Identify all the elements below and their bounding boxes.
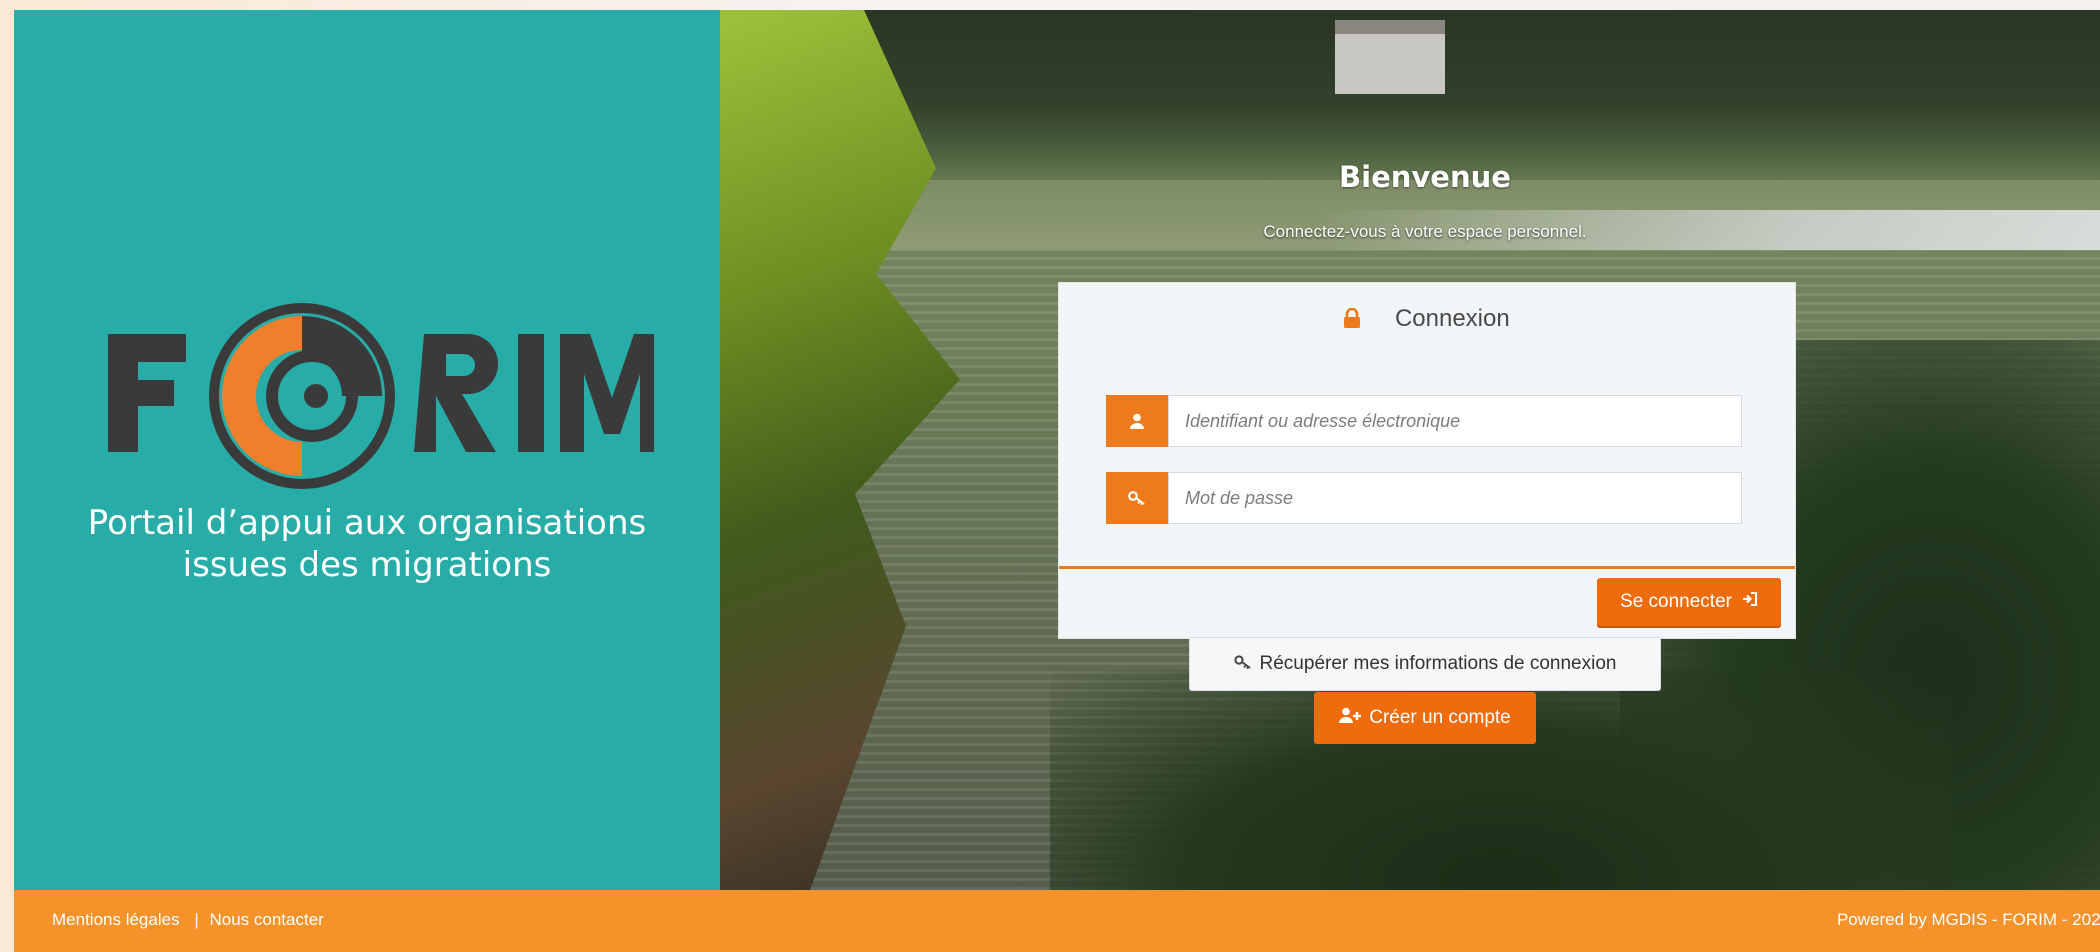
footer-links: Mentions légales | Nous contacter xyxy=(52,910,324,930)
contact-link[interactable]: Nous contacter xyxy=(209,910,323,929)
tagline-line-2: issues des migrations xyxy=(182,545,552,585)
forim-logo-graphic xyxy=(108,303,664,489)
create-account-label: Créer un compte xyxy=(1369,707,1511,728)
password-field-group xyxy=(1106,472,1742,524)
login-card-title: Connexion xyxy=(1394,305,1510,332)
footer: Mentions légales | Nous contacter Powere… xyxy=(14,890,2100,952)
key-icon xyxy=(1233,653,1252,675)
footer-separator: | xyxy=(194,910,199,929)
welcome-title: Bienvenue xyxy=(1339,160,1511,194)
password-input[interactable] xyxy=(1168,472,1742,524)
login-page: Portail d’appui aux organisations issues… xyxy=(0,0,2100,952)
card-divider xyxy=(1059,566,1795,569)
tagline-line-1: Portail d’appui aux organisations xyxy=(87,503,647,543)
welcome-subtitle: Connectez-vous à votre espace personnel. xyxy=(1263,222,1587,241)
forim-logo xyxy=(94,292,664,492)
user-icon xyxy=(1106,395,1168,447)
recover-credentials-label: Récupérer mes informations de connexion xyxy=(1259,653,1617,674)
login-card: Connexion Se connecter xyxy=(1058,282,1796,639)
login-card-header: Connexion xyxy=(1059,305,1795,335)
recover-credentials-button[interactable]: Récupérer mes informations de connexion xyxy=(1189,637,1661,691)
brand-panel: Portail d’appui aux organisations issues… xyxy=(14,10,720,890)
login-button[interactable]: Se connecter xyxy=(1597,578,1781,626)
login-button-label: Se connecter xyxy=(1620,591,1732,612)
photo-house xyxy=(1335,20,1445,94)
username-input[interactable] xyxy=(1168,395,1742,447)
create-account-button[interactable]: Créer un compte xyxy=(1314,692,1536,744)
legal-notice-link[interactable]: Mentions légales xyxy=(52,910,180,929)
lock-icon xyxy=(1344,307,1361,335)
key-icon xyxy=(1106,472,1168,524)
tagline: Portail d’appui aux organisations issues… xyxy=(14,502,720,586)
user-plus-icon xyxy=(1339,707,1362,729)
username-field-group xyxy=(1106,395,1742,447)
powered-by-text: Powered by MGDIS - FORIM - 2021 xyxy=(1836,910,2100,929)
sign-in-icon xyxy=(1742,591,1758,613)
